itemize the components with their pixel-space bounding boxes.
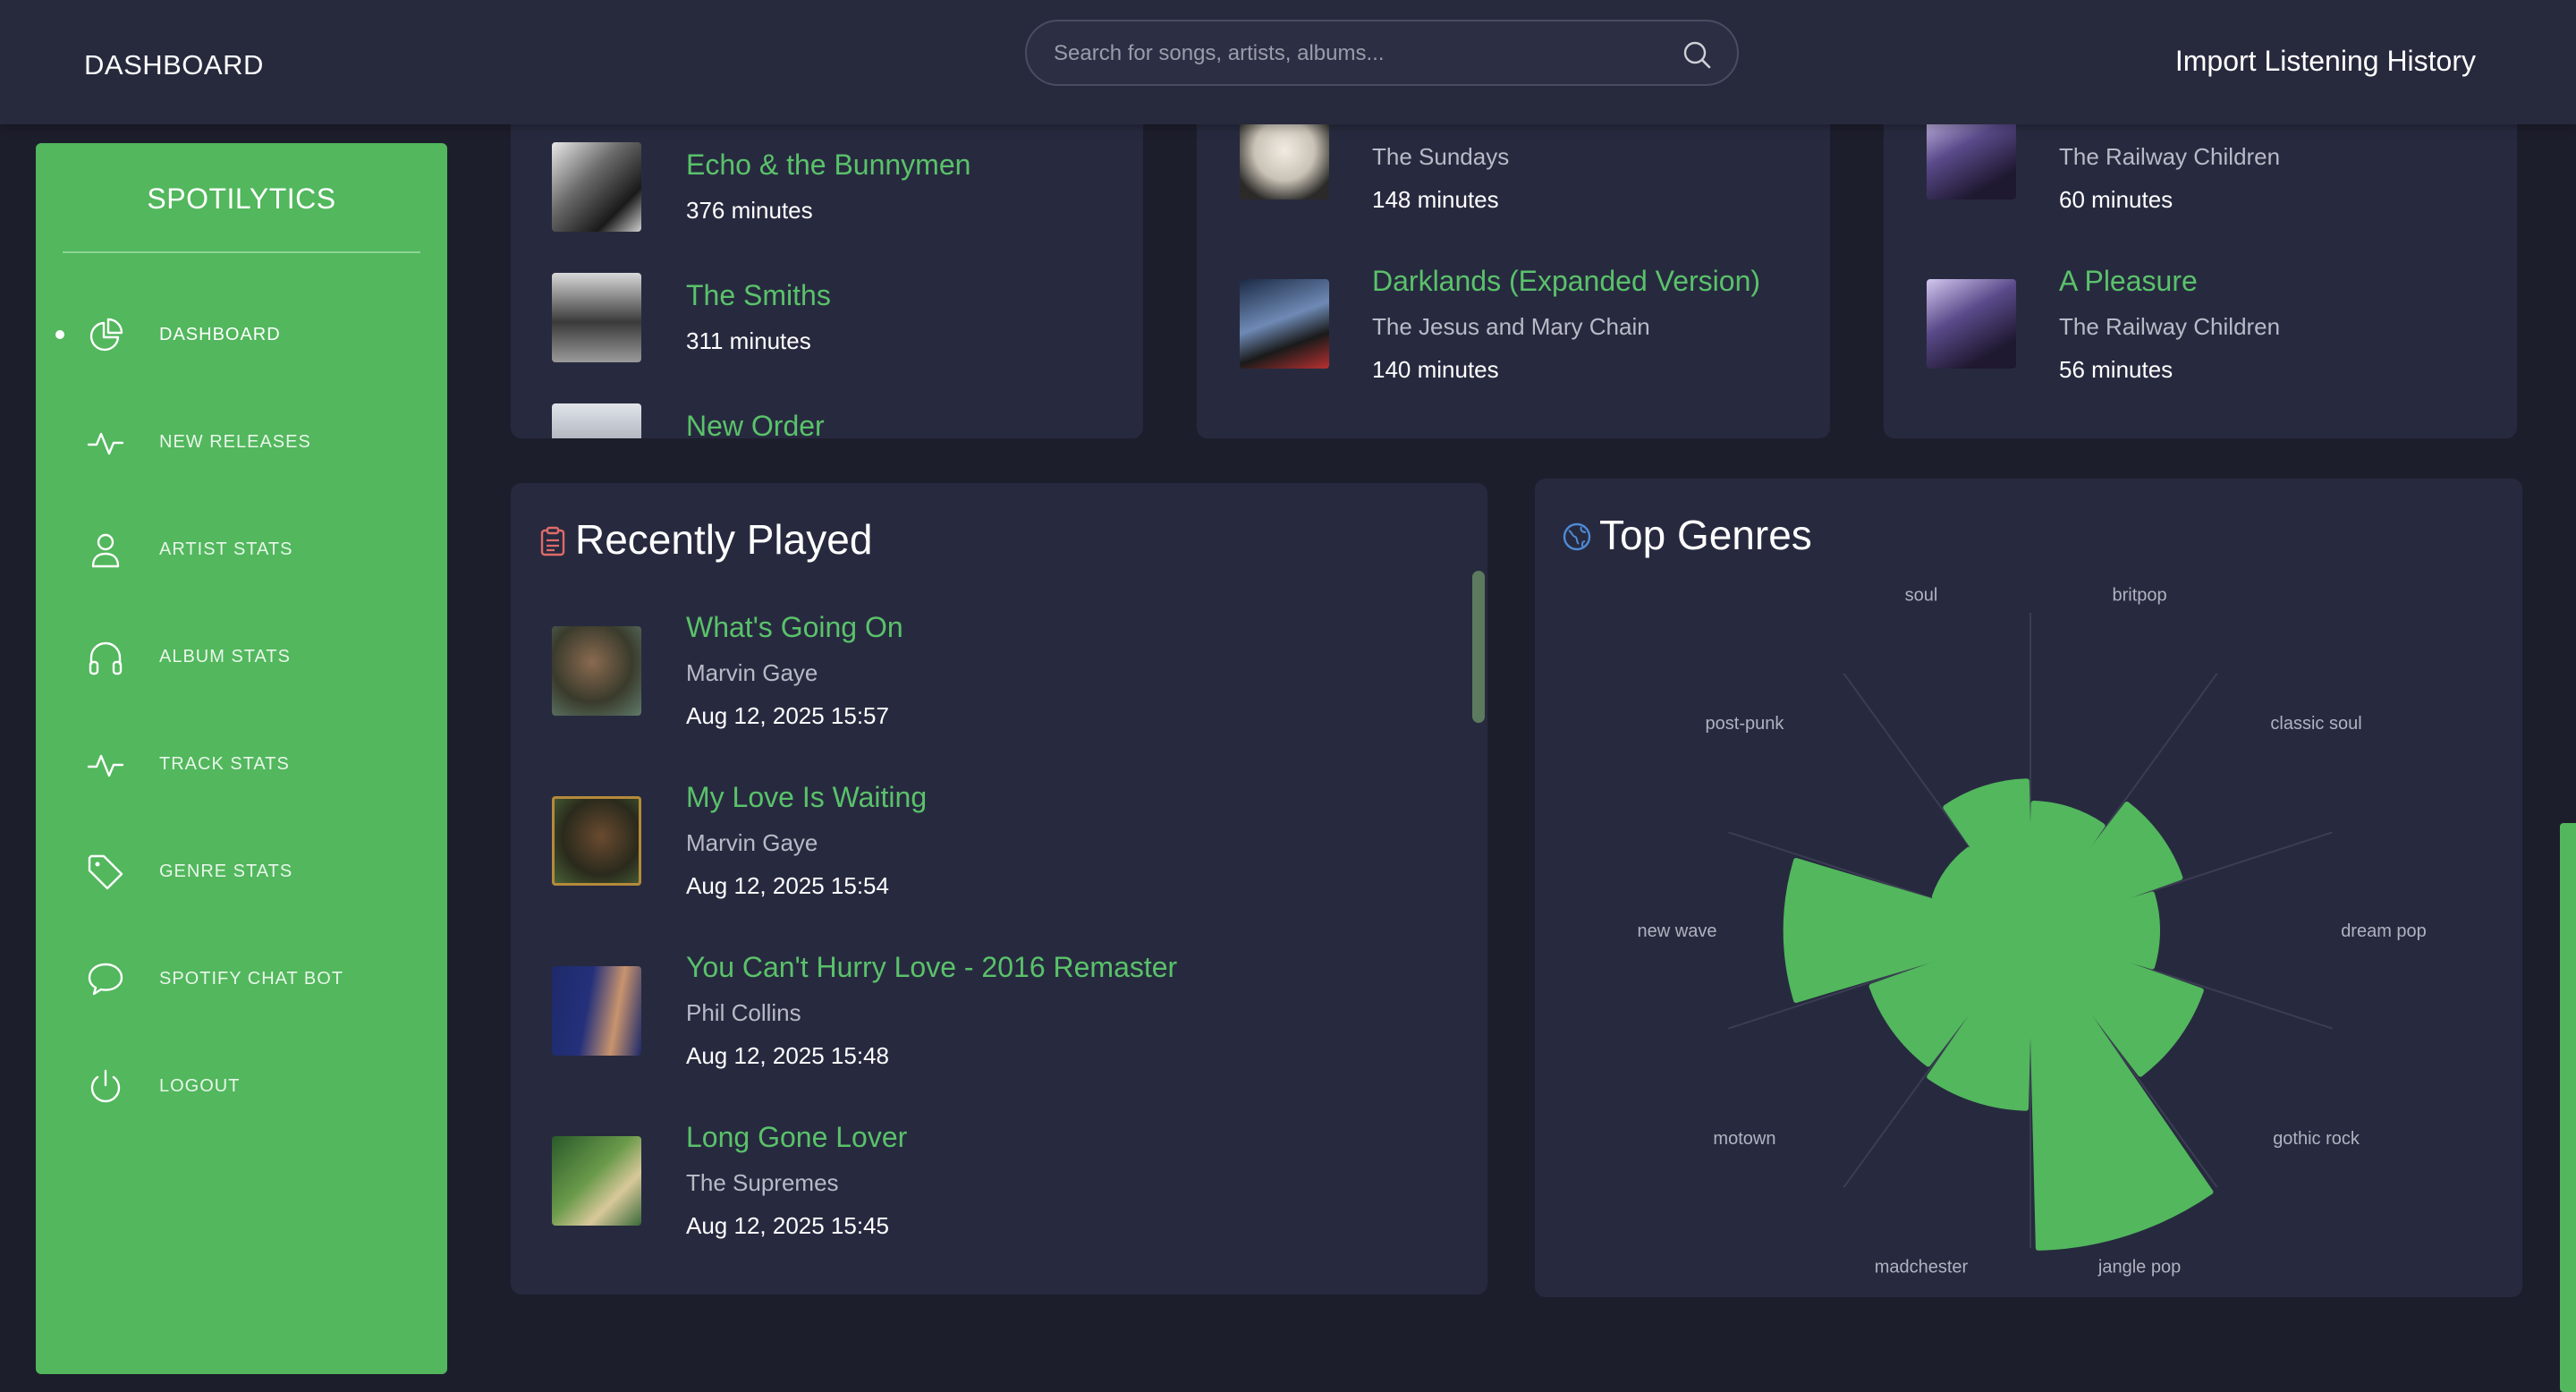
sidebar-logo: SPOTILYTICS (147, 182, 336, 215)
track-artist: Marvin Gaye (686, 829, 818, 856)
sidebar-item-label: ALBUM STATS (159, 647, 291, 666)
track-minutes: 60 minutes (2059, 186, 2174, 213)
sidebar-item-label: SPOTIFY CHAT BOT (159, 969, 344, 989)
clipboard-icon (540, 526, 565, 556)
artist-image (552, 273, 641, 362)
sidebar-item-label: ARTIST STATS (159, 539, 293, 559)
album-name[interactable]: Darklands (Expanded Version) (1372, 265, 1760, 298)
chat-icon (88, 963, 123, 996)
page-title: DASHBOARD (84, 49, 264, 81)
track-art (552, 626, 641, 716)
artist-minutes: 311 minutes (686, 327, 811, 354)
sidebar-item-track-stats[interactable]: TRACK STATS (36, 732, 447, 794)
track-title[interactable]: Long Gone Lover (686, 1121, 907, 1154)
track-title[interactable]: My Love Is Waiting (686, 781, 927, 814)
sidebar: SPOTILYTICS DASHBOARD NEW RELEASES ARTIS… (36, 143, 447, 1374)
track-artist: Marvin Gaye (686, 659, 818, 686)
search-box[interactable] (1025, 20, 1739, 86)
track-art (552, 796, 641, 886)
headphones-icon (89, 641, 123, 675)
page-scrollbar[interactable] (2560, 823, 2576, 1392)
album-image (1240, 279, 1329, 369)
genre-label: soul (1905, 585, 1938, 605)
recently-played-title: Recently Played (575, 516, 873, 563)
genre-label: classic soul (2270, 714, 2361, 734)
album-artist: The Sundays (1372, 143, 1510, 170)
sidebar-item-dashboard[interactable]: DASHBOARD (36, 302, 447, 365)
sidebar-item-label: LOGOUT (159, 1076, 241, 1096)
played-time: Aug 12, 2025 15:54 (686, 872, 889, 899)
activity-icon (87, 754, 124, 777)
artist-image (552, 403, 641, 438)
genre-label: dream pop (2341, 921, 2427, 941)
track-artist: The Supremes (686, 1169, 839, 1196)
sidebar-item-label: NEW RELEASES (159, 432, 311, 452)
artist-image (552, 142, 641, 232)
played-time: Aug 12, 2025 15:48 (686, 1042, 889, 1069)
active-indicator (55, 330, 64, 339)
artist-name[interactable]: Echo & the Bunnymen (686, 149, 970, 182)
artist-name[interactable]: New Order (686, 410, 825, 438)
track-title[interactable]: What's Going On (686, 611, 903, 644)
activity-icon (87, 432, 124, 455)
album-minutes: 140 minutes (1372, 356, 1499, 383)
track-art (552, 966, 641, 1056)
track-name[interactable]: A Pleasure (2059, 265, 2198, 298)
genre-label: jangle pop (2097, 1258, 2181, 1277)
track-image (1927, 279, 2016, 369)
sidebar-item-genre-stats[interactable]: GENRE STATS (36, 839, 447, 902)
user-icon (91, 533, 120, 568)
sidebar-item-new-releases[interactable]: NEW RELEASES (36, 410, 447, 472)
pie-chart-icon (89, 318, 123, 352)
search-icon[interactable] (1682, 39, 1712, 70)
track-artist: The Railway Children (2059, 313, 2281, 340)
album-artist: The Jesus and Mary Chain (1372, 313, 1650, 340)
genre-label: britpop (2112, 585, 2166, 605)
sidebar-item-artist-stats[interactable]: ARTIST STATS (36, 517, 447, 580)
artist-minutes: 376 minutes (686, 197, 813, 224)
genre-label: gothic rock (2273, 1129, 2360, 1149)
sidebar-item-label: DASHBOARD (159, 325, 281, 344)
sidebar-item-label: GENRE STATS (159, 862, 293, 881)
genre-label: madchester (1875, 1258, 1969, 1277)
track-minutes: 56 minutes (2059, 356, 2174, 383)
artist-name[interactable]: The Smiths (686, 279, 831, 312)
sidebar-divider (63, 251, 420, 253)
search-input[interactable] (1052, 21, 1664, 86)
sidebar-item-album-stats[interactable]: ALBUM STATS (36, 624, 447, 687)
played-time: Aug 12, 2025 15:57 (686, 702, 889, 729)
track-title[interactable]: You Can't Hurry Love - 2016 Remaster (686, 951, 1177, 984)
import-history-button[interactable]: Import Listening History (2175, 45, 2476, 78)
album-minutes: 148 minutes (1372, 186, 1499, 213)
track-art (552, 1136, 641, 1226)
power-icon (90, 1069, 121, 1103)
genre-label: motown (1713, 1129, 1775, 1149)
sidebar-item-chat-bot[interactable]: SPOTIFY CHAT BOT (36, 946, 447, 1009)
played-time: Aug 12, 2025 15:45 (686, 1212, 889, 1239)
recently-played-card: Recently Played What's Going On Marvin G… (511, 483, 1487, 1294)
track-artist: The Railway Children (2059, 143, 2281, 170)
tag-icon (88, 854, 123, 890)
top-genres-chart: britpop classic soul dream pop gothic rock j… (1638, 585, 2427, 1277)
recently-played-scrollbar[interactable] (1472, 571, 1485, 723)
top-genres-card: Top Genres britpop classic soul dream pop g… (1535, 479, 2522, 1297)
genre-label: post-punk (1706, 714, 1785, 734)
top-bar: DASHBOARD Import Listening History (0, 0, 2576, 124)
genre-label: new wave (1638, 921, 1717, 941)
track-artist: Phil Collins (686, 999, 801, 1026)
sidebar-item-logout[interactable]: LOGOUT (36, 1054, 447, 1116)
sidebar-item-label: TRACK STATS (159, 754, 290, 774)
